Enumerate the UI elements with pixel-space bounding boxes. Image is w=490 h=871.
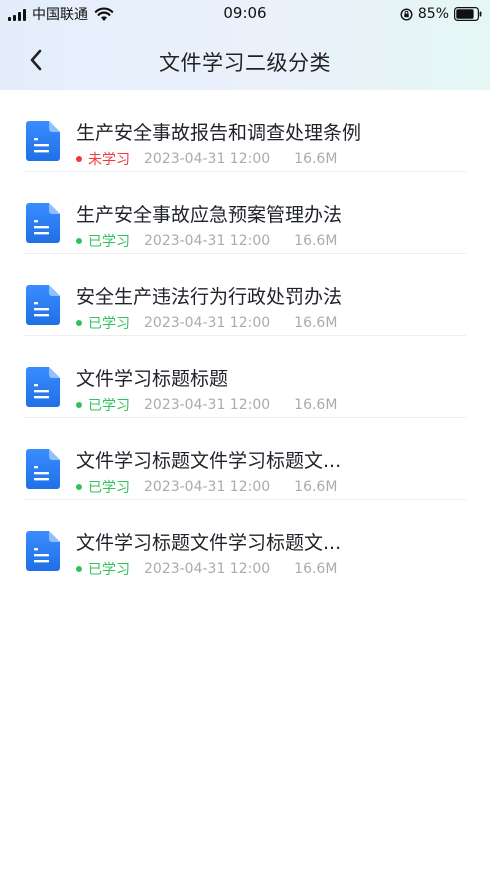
document-icon [26,367,60,407]
document-item[interactable]: 生产安全事故应急预案管理办法已学习 2023-04-31 12:00 16.6M [24,172,466,254]
nav-bar: 文件学习二级分类 [0,38,490,82]
document-date: 2023-04-31 12:00 [144,151,271,167]
document-item[interactable]: 安全生产违法行为行政处罚办法已学习 2023-04-31 12:00 16.6M [24,254,466,336]
document-size: 16.6M [294,315,338,331]
page-title: 文件学习二级分类 [159,51,331,75]
document-icon [26,285,60,325]
document-date: 2023-04-31 12:00 [144,233,271,249]
document-title: 文件学习标题文件学习标题文... [76,532,342,554]
document-size: 16.6M [294,151,338,167]
study-status: 已学习 [88,562,130,578]
rotation-lock-icon [400,7,413,21]
document-title: 生产安全事故报告和调查处理条例 [76,122,362,144]
document-meta: 已学习 2023-04-31 12:00 16.6M [76,560,337,578]
status-dot [76,402,82,408]
status-dot [76,484,82,490]
document-item[interactable]: 文件学习标题文件学习标题文... 已学习 2023-04-31 12:00 16.6M [24,500,466,582]
document-item[interactable]: 生产安全事故报告和调查处理条例未学习 2023-04-31 12:00 16.6M [24,90,466,172]
document-meta: 已学习 2023-04-31 12:00 16.6M [76,232,337,250]
document-date: 2023-04-31 12:00 [144,479,271,495]
study-status: 已学习 [88,480,130,496]
document-meta: 已学习 2023-04-31 12:00 16.6M [76,478,337,496]
document-size: 16.6M [294,233,338,249]
document-icon [26,531,60,571]
status-dot [76,320,82,326]
document-icon [26,449,60,489]
study-status: 已学习 [88,234,130,250]
document-icon [26,203,60,243]
document-title: 文件学习标题标题 [76,368,229,390]
document-size: 16.6M [294,561,338,577]
study-status: 已学习 [88,398,130,414]
status-bar: 中国联通 09:06 85% [0,0,490,28]
document-date: 2023-04-31 12:00 [144,561,271,577]
document-title: 生产安全事故应急预案管理办法 [76,204,343,226]
header-area: 中国联通 09:06 85% 文件学习二级分类 [0,0,490,90]
document-title: 文件学习标题文件学习标题文... [76,450,342,472]
battery-icon [454,7,482,21]
battery-percent: 85% [417,6,449,22]
document-title: 安全生产违法行为行政处罚办法 [76,286,343,308]
document-item[interactable]: 文件学习标题文件学习标题文... 已学习 2023-04-31 12:00 16.6M [24,418,466,500]
document-meta: 已学习 2023-04-31 12:00 16.6M [76,396,337,414]
document-size: 16.6M [294,479,338,495]
document-meta: 未学习 2023-04-31 12:00 16.6M [76,150,337,168]
study-status: 未学习 [88,152,130,168]
document-meta: 已学习 2023-04-31 12:00 16.6M [76,314,337,332]
study-status: 已学习 [88,316,130,332]
document-icon [26,121,60,161]
document-item[interactable]: 文件学习标题标题已学习 2023-04-31 12:00 16.6M [24,336,466,418]
status-dot [76,238,82,244]
status-right: 85% [400,4,482,24]
document-date: 2023-04-31 12:00 [144,397,271,413]
document-date: 2023-04-31 12:00 [144,315,271,331]
document-list: 生产安全事故报告和调查处理条例 未学习 2023-04-31 12:00 16.6M 生… [0,90,490,582]
status-dot [76,156,82,162]
document-size: 16.6M [294,397,338,413]
status-dot [76,566,82,572]
